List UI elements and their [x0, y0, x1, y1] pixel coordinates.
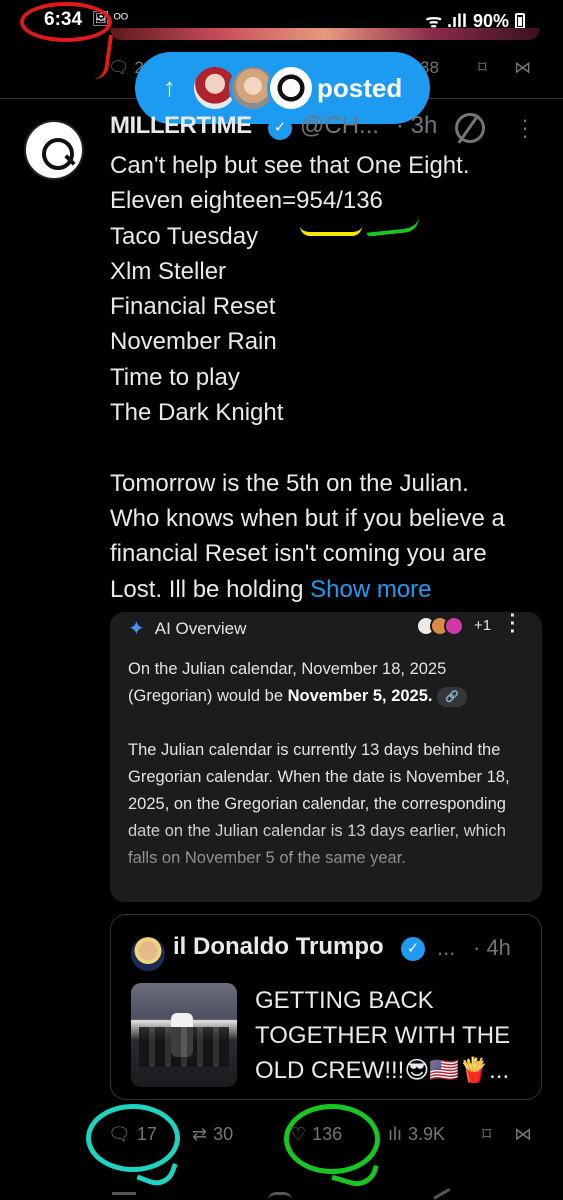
- ai-fade-overlay: [110, 822, 542, 902]
- quote-handle-truncated: ...: [437, 935, 456, 960]
- bottom-nav-partial: [0, 1186, 563, 1200]
- sources-more-count[interactable]: +1: [474, 617, 491, 634]
- ai-sources[interactable]: [416, 616, 472, 638]
- avatar: [267, 64, 315, 112]
- posted-label: posted: [317, 73, 403, 103]
- bookmark-icon[interactable]: ⌑: [478, 58, 487, 78]
- tweet-author-handle[interactable]: @CH...: [300, 112, 379, 140]
- more-icon[interactable]: · · ·: [520, 109, 530, 147]
- verified-icon: ✓: [268, 116, 292, 140]
- tweet-line: Xlm Steller: [110, 257, 227, 285]
- quote-author-name: il Donaldo Trumpo: [173, 933, 384, 960]
- views-icon: ılı: [388, 1124, 403, 1144]
- quote-tweet-card[interactable]: il Donaldo Trumpo ✓ ... · 4h GETTING BAC…: [110, 914, 542, 1100]
- tweet-line: Taco Tuesday: [110, 222, 259, 250]
- reply-icon: 🗨: [108, 58, 130, 77]
- battery-icon: [515, 13, 525, 29]
- ai-paragraph-1: On the Julian calendar, November 18, 202…: [128, 656, 528, 710]
- show-more-link[interactable]: Show more: [310, 576, 431, 603]
- tweet-last-line: Lost. Ill be holding Show more: [110, 572, 550, 607]
- repost-button[interactable]: ⇄ 30: [192, 1124, 233, 1145]
- tweet-line: financial Reset isn't coming you are: [110, 540, 487, 568]
- quote-text: GETTING BACK TOGETHER WITH THE OLD CREW!…: [255, 987, 511, 1084]
- link-icon[interactable]: 🔗: [437, 686, 468, 707]
- home-icon[interactable]: [112, 1192, 136, 1200]
- views-button[interactable]: ılı 3.9K: [388, 1124, 445, 1145]
- repost-count: 30: [213, 1124, 234, 1144]
- grok-icon[interactable]: [455, 113, 485, 143]
- verified-icon: ✓: [401, 937, 425, 961]
- arrow-up-icon: ↑: [163, 72, 176, 102]
- bookmark-icon: ⌑: [482, 1124, 492, 1144]
- tweet-line: Financial Reset: [110, 293, 276, 321]
- tweet-line: Eleven eighteen=954/136: [110, 187, 383, 215]
- grok-nav-icon[interactable]: [433, 1188, 453, 1200]
- tweet-line: Tomorrow is the 5th on the Julian.: [110, 469, 469, 497]
- ai-overview-card[interactable]: ✦ AI Overview +1 · · · On the Julian calen…: [110, 612, 542, 902]
- sparkle-icon: ✦: [128, 618, 145, 640]
- previous-tweet-image: [110, 28, 540, 40]
- share-button[interactable]: ⋈: [514, 1124, 532, 1145]
- more-icon[interactable]: · · ·: [508, 612, 518, 642]
- tweet-line: Who knows when but if you believe a: [110, 504, 505, 532]
- quote-image[interactable]: [131, 983, 237, 1087]
- pill-avatars: [187, 60, 315, 116]
- tweet-timestamp[interactable]: · 3h: [396, 112, 437, 140]
- tweet-line-text: Lost. Ill be holding: [110, 575, 311, 603]
- repost-icon: ⇄: [192, 1124, 208, 1144]
- ai-overview-header: ✦ AI Overview: [128, 616, 246, 641]
- tweet-author-avatar[interactable]: [24, 120, 84, 180]
- tweet-line: The Dark Knight: [110, 399, 284, 427]
- tweet-author-name[interactable]: MILLERTIME: [110, 112, 252, 140]
- share-icon[interactable]: ⋈: [514, 58, 531, 78]
- ai-highlight: November 5, 2025.: [287, 687, 433, 705]
- views-count: 3.9K: [408, 1124, 446, 1144]
- share-icon: ⋈: [514, 1124, 532, 1144]
- source-icon: [444, 616, 464, 636]
- quote-timestamp: · 4h: [473, 935, 511, 960]
- quote-author-avatar: [131, 937, 165, 971]
- tweet-line: Can't help but see that One Eight.: [110, 152, 470, 179]
- yellow-underline-annotation: [300, 226, 362, 236]
- ai-overview-title: AI Overview: [154, 618, 247, 638]
- tweet-line: November Rain: [110, 328, 277, 356]
- search-icon[interactable]: [268, 1192, 292, 1200]
- tweet-line: Time to play: [110, 363, 240, 391]
- tweet-text: Can't help but see that One Eight. Eleve…: [110, 148, 550, 607]
- bookmark-button[interactable]: ⌑: [482, 1124, 491, 1145]
